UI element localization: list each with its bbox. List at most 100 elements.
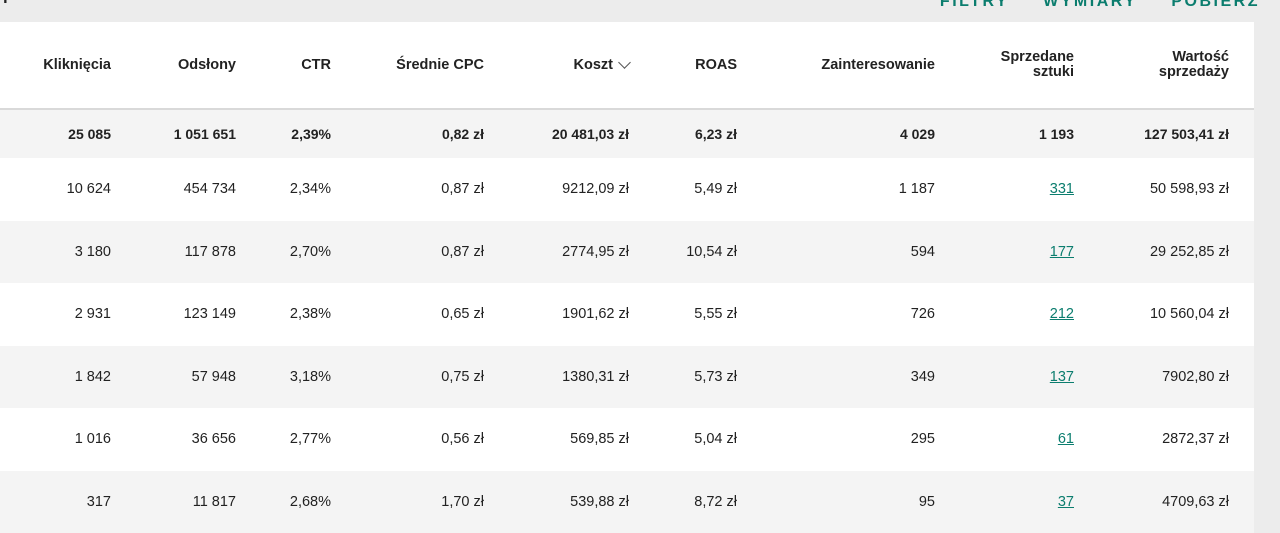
column-header-label-line: Sprzedane <box>1001 50 1074 65</box>
table-row: 1 01636 6562,77%0,56 zł569,85 zł5,04 zł2… <box>0 408 1254 471</box>
cell-units-sold: 177 <box>1050 221 1074 284</box>
total-avg-cpc: 0,82 zł <box>442 110 484 158</box>
column-header-sales-value[interactable]: Wartość sprzedaży <box>1159 22 1229 108</box>
cell-ctr: 3,18% <box>290 346 331 409</box>
tab-partial[interactable]: Y <box>0 0 32 23</box>
cell-impressions: 11 817 <box>193 471 236 533</box>
total-interest: 4 029 <box>900 110 935 158</box>
filters-button[interactable]: FILTRY <box>940 0 1009 12</box>
cell-ctr: 2,70% <box>290 221 331 284</box>
cell-cost: 1380,31 zł <box>562 346 629 409</box>
cell-avg-cpc: 0,75 zł <box>441 346 484 409</box>
toolbar: Y FILTRY WYMIARY POBIERZ <box>0 0 1280 22</box>
column-header-label-line: sztuki <box>1001 65 1074 80</box>
column-header-clicks[interactable]: Kliknięcia <box>43 22 111 108</box>
cell-ctr: 2,34% <box>290 158 331 221</box>
totals-row: 25 085 1 051 651 2,39% 0,82 zł 20 481,03… <box>0 110 1254 158</box>
cell-clicks: 317 <box>87 471 111 533</box>
cell-sales-value: 4709,63 zł <box>1162 471 1229 533</box>
cell-interest: 295 <box>911 408 935 471</box>
column-header-label: Kliknięcia <box>43 58 111 73</box>
cell-avg-cpc: 0,56 zł <box>441 408 484 471</box>
total-roas: 6,23 zł <box>695 110 737 158</box>
cell-ctr: 2,68% <box>290 471 331 533</box>
tab-partial-label: Y <box>0 0 32 4</box>
cell-interest: 349 <box>911 346 935 409</box>
chevron-down-icon[interactable] <box>618 56 631 69</box>
table-header: Kliknięcia Odsłony CTR Średnie CPC Koszt… <box>0 22 1254 110</box>
units-sold-link[interactable]: 137 <box>1050 369 1074 385</box>
cell-units-sold: 137 <box>1050 346 1074 409</box>
cell-sales-value: 2872,37 zł <box>1162 408 1229 471</box>
column-header-label: ROAS <box>695 58 737 73</box>
cell-clicks: 2 931 <box>75 283 111 346</box>
cell-cost: 2774,95 zł <box>562 221 629 284</box>
column-header-avg-cpc[interactable]: Średnie CPC <box>396 22 484 108</box>
download-button[interactable]: POBIERZ <box>1171 0 1260 12</box>
toolbar-actions: FILTRY WYMIARY POBIERZ <box>940 0 1260 12</box>
cell-roas: 5,49 zł <box>694 158 737 221</box>
cell-clicks: 10 624 <box>67 158 111 221</box>
column-header-roas[interactable]: ROAS <box>695 22 737 108</box>
cell-sales-value: 10 560,04 zł <box>1150 283 1229 346</box>
column-header-label: Odsłony <box>178 58 236 73</box>
report-table: Kliknięcia Odsłony CTR Średnie CPC Koszt… <box>0 22 1254 532</box>
cell-interest: 1 187 <box>899 158 935 221</box>
column-header-label: Zainteresowanie <box>821 58 935 73</box>
units-sold-link[interactable]: 177 <box>1050 244 1074 260</box>
cell-avg-cpc: 1,70 zł <box>441 471 484 533</box>
cell-cost: 569,85 zł <box>570 408 629 471</box>
column-header-label: Wartość sprzedaży <box>1159 50 1229 80</box>
cell-impressions: 36 656 <box>192 408 236 471</box>
cell-avg-cpc: 0,87 zł <box>441 158 484 221</box>
total-clicks: 25 085 <box>68 110 111 158</box>
cell-units-sold: 331 <box>1050 158 1074 221</box>
column-header-label: Koszt <box>574 58 613 73</box>
cell-sales-value: 7902,80 zł <box>1162 346 1229 409</box>
cell-interest: 95 <box>919 471 935 533</box>
column-header-label: Sprzedane sztuki <box>1001 50 1074 80</box>
column-header-ctr[interactable]: CTR <box>301 22 331 108</box>
cell-sales-value: 50 598,93 zł <box>1150 158 1229 221</box>
cell-roas: 10,54 zł <box>686 221 737 284</box>
column-header-label: CTR <box>301 58 331 73</box>
dimensions-button[interactable]: WYMIARY <box>1043 0 1137 12</box>
units-sold-link[interactable]: 331 <box>1050 181 1074 197</box>
cell-clicks: 1 016 <box>75 408 111 471</box>
cell-sales-value: 29 252,85 zł <box>1150 221 1229 284</box>
cell-ctr: 2,38% <box>290 283 331 346</box>
cell-clicks: 3 180 <box>75 221 111 284</box>
total-sales-value: 127 503,41 zł <box>1144 110 1229 158</box>
column-header-impressions[interactable]: Odsłony <box>178 22 236 108</box>
units-sold-link[interactable]: 212 <box>1050 306 1074 322</box>
table-row: 10 624 454 734 2,34% 0,87 zł 9212,09 zł 5,49 … <box>0 158 1254 221</box>
column-header-interest[interactable]: Zainteresowanie <box>821 22 935 108</box>
table-row: 2 931 123 149 2,38% 0,65 zł 1901,62 zł 5,55 z… <box>0 283 1254 346</box>
units-sold-link[interactable]: 61 <box>1058 431 1074 447</box>
table-row: 3 180117 8782,70%0,87 zł2774,95 zł10,54 … <box>0 221 1254 284</box>
units-sold-link[interactable]: 37 <box>1058 494 1074 510</box>
column-header-label-line: Wartość <box>1159 50 1229 65</box>
column-header-label-line: sprzedaży <box>1159 65 1229 80</box>
cell-cost: 9212,09 zł <box>562 158 629 221</box>
cell-interest: 726 <box>911 283 935 346</box>
total-ctr: 2,39% <box>291 110 331 158</box>
cell-roas: 8,72 zł <box>694 471 737 533</box>
cell-units-sold: 37 <box>1058 471 1074 533</box>
table-row: 317 11 817 2,68% 1,70 zł 539,88 zł 8,72 zł 95 3… <box>0 471 1254 533</box>
cell-avg-cpc: 0,65 zł <box>441 283 484 346</box>
column-header-label: Średnie CPC <box>396 58 484 73</box>
cell-avg-cpc: 0,87 zł <box>441 221 484 284</box>
cell-clicks: 1 842 <box>75 346 111 409</box>
cell-ctr: 2,77% <box>290 408 331 471</box>
cell-roas: 5,73 zł <box>694 346 737 409</box>
cell-interest: 594 <box>911 221 935 284</box>
cell-impressions: 57 948 <box>192 346 236 409</box>
cell-roas: 5,55 zł <box>694 283 737 346</box>
cell-impressions: 123 149 <box>184 283 236 346</box>
column-header-units-sold[interactable]: Sprzedane sztuki <box>1001 22 1074 108</box>
cell-cost: 539,88 zł <box>570 471 629 533</box>
column-header-cost[interactable]: Koszt <box>574 22 629 108</box>
cell-impressions: 454 734 <box>184 158 236 221</box>
cell-cost: 1901,62 zł <box>562 283 629 346</box>
